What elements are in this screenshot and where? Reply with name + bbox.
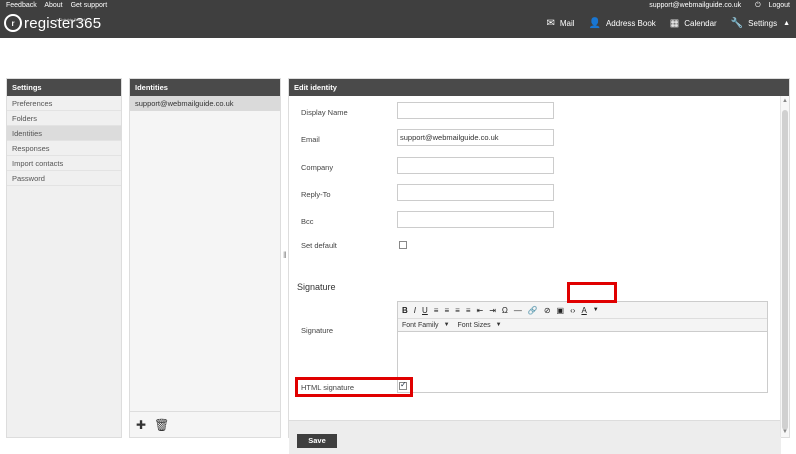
logo-subtitle: a Dolphin Brand (56, 17, 85, 22)
text-color-icon[interactable]: A (581, 306, 586, 315)
settings-panel-title: Settings (7, 79, 121, 96)
editor-font-toolbar: Font Family ▼ Font Sizes ▼ (398, 319, 767, 332)
settings-item-import-contacts[interactable]: Import contacts (7, 156, 121, 171)
image-icon[interactable]: ▣ (557, 306, 565, 315)
main-nav: ✉ Mail 👤 Address Book ▦ Calendar 🔧 Setti… (532, 18, 790, 29)
bcc-input[interactable] (397, 211, 554, 228)
nav-calendar[interactable]: ▦ Calendar (670, 18, 717, 29)
scroll-up-icon[interactable]: ▲ (782, 98, 788, 104)
display-name-input[interactable] (397, 102, 554, 119)
settings-item-identities[interactable]: Identities (7, 126, 121, 141)
reply-to-label: Reply-To (301, 190, 331, 199)
edit-panel-title: Edit identity (289, 79, 789, 96)
identities-panel-title: Identities (130, 79, 280, 96)
reply-to-input[interactable] (397, 184, 554, 201)
chevron-down-icon: ▼ (443, 322, 450, 328)
logo-mark-icon: r (4, 14, 22, 32)
nav-settings-label: Settings (748, 19, 778, 28)
scroll-down-icon[interactable]: ▼ (782, 429, 788, 435)
nav-mail-label: Mail (559, 19, 575, 28)
logo[interactable]: r register365 (4, 14, 101, 32)
company-label: Company (301, 163, 334, 172)
italic-icon[interactable]: I (414, 306, 416, 315)
identities-footer: ✚ 🗑 (130, 411, 280, 437)
scrollbar-thumb[interactable] (782, 110, 788, 430)
signature-label: Signature (301, 326, 334, 335)
user-box: support@webmailguide.co.uk ⏻ Logout (643, 2, 790, 10)
align-justify-icon[interactable]: ≡ (466, 306, 471, 315)
text-color-dropdown-icon[interactable]: ▼ (593, 307, 599, 313)
calendar-icon: ▦ (669, 18, 680, 29)
top-links: Feedback About Get support (6, 2, 113, 9)
chevron-down-icon: ▼ (495, 322, 502, 328)
html-signature-highlight-box (295, 377, 413, 397)
special-char-icon[interactable]: Ω (502, 306, 508, 315)
underline-icon[interactable]: U (422, 306, 428, 315)
signature-textarea[interactable] (398, 332, 767, 392)
logout-button[interactable]: ⏻ Logout (749, 2, 790, 9)
settings-panel: Settings Preferences Folders Identities … (6, 78, 122, 438)
save-button[interactable]: Save (297, 434, 337, 448)
toolbar-highlight-box (567, 282, 617, 303)
source-code-icon[interactable]: ‹› (570, 306, 575, 315)
edit-identity-panel: Edit identity Display Name Email Company… (288, 78, 790, 454)
about-link[interactable]: About (44, 2, 62, 9)
email-label: Email (301, 135, 320, 144)
company-input[interactable] (397, 157, 554, 174)
identity-form: Display Name Email Company Reply-To Bcc … (289, 96, 781, 454)
trash-icon: 🗑 (154, 417, 170, 432)
outdent-icon[interactable]: ⇤ (476, 306, 483, 315)
save-bar: Save (289, 420, 781, 454)
unlink-icon[interactable]: ⊘ (544, 306, 551, 315)
nav-calendar-label: Calendar (684, 19, 717, 28)
font-family-select[interactable]: Font Family ▼ (402, 322, 450, 329)
power-icon: ⏻ (755, 2, 761, 9)
nav-settings[interactable]: 🔧 Settings ▲ (731, 18, 790, 29)
set-default-label: Set default (301, 241, 337, 250)
indent-icon[interactable]: ⇥ (489, 306, 496, 315)
get-support-link[interactable]: Get support (71, 2, 108, 9)
envelope-icon: ✉ (546, 18, 555, 29)
align-center-icon[interactable]: ≡ (444, 306, 449, 315)
align-right-icon[interactable]: ≡ (455, 306, 460, 315)
settings-item-preferences[interactable]: Preferences (7, 96, 121, 111)
feedback-link[interactable]: Feedback (6, 2, 37, 9)
nav-address-book[interactable]: 👤 Address Book (589, 18, 656, 29)
user-email: support@webmailguide.co.uk (649, 2, 742, 9)
display-name-label: Display Name (301, 108, 348, 117)
bold-icon[interactable]: B (402, 306, 408, 315)
plus-icon: ✚ (136, 417, 147, 432)
signature-heading: Signature (297, 282, 336, 292)
email-input[interactable] (397, 129, 554, 146)
identities-panel: Identities support@webmailguide.co.uk ✚ … (129, 78, 281, 438)
settings-item-folders[interactable]: Folders (7, 111, 121, 126)
editor-toolbar: B I U ≡ ≡ ≡ ≡ ⇤ ⇥ Ω — 🔗 ⊘ ▣ ‹› A ▼ (398, 302, 767, 319)
wrench-icon: 🔧 (730, 18, 744, 29)
settings-item-responses[interactable]: Responses (7, 141, 121, 156)
user-icon: 👤 (588, 18, 601, 29)
align-left-icon[interactable]: ≡ (434, 306, 439, 315)
logout-label: Logout (768, 2, 790, 9)
nav-address-book-label: Address Book (605, 19, 656, 28)
panel-resize-handle[interactable]: ‖ (283, 250, 287, 260)
identity-row[interactable]: support@webmailguide.co.uk (130, 96, 280, 111)
font-sizes-label: Font Sizes (457, 321, 491, 329)
settings-list: Preferences Folders Identities Responses… (7, 96, 121, 186)
nav-mail[interactable]: ✉ Mail (546, 18, 574, 29)
add-identity-button[interactable]: ✚ (136, 418, 146, 432)
delete-identity-button[interactable]: 🗑 (154, 418, 169, 432)
caret-up-icon: ▲ (783, 20, 790, 27)
font-sizes-select[interactable]: Font Sizes ▼ (458, 322, 502, 329)
horizontal-rule-icon[interactable]: — (514, 306, 522, 315)
top-bar: Feedback About Get support support@webma… (0, 0, 796, 38)
settings-item-password[interactable]: Password (7, 171, 121, 186)
set-default-checkbox[interactable] (399, 241, 407, 249)
link-icon[interactable]: 🔗 (528, 306, 538, 315)
font-family-label: Font Family (402, 321, 439, 329)
signature-editor: B I U ≡ ≡ ≡ ≡ ⇤ ⇥ Ω — 🔗 ⊘ ▣ ‹› A ▼ Font … (397, 301, 768, 393)
edit-panel-scrollbar[interactable]: ▲ ▼ (780, 96, 789, 437)
bcc-label: Bcc (301, 217, 314, 226)
